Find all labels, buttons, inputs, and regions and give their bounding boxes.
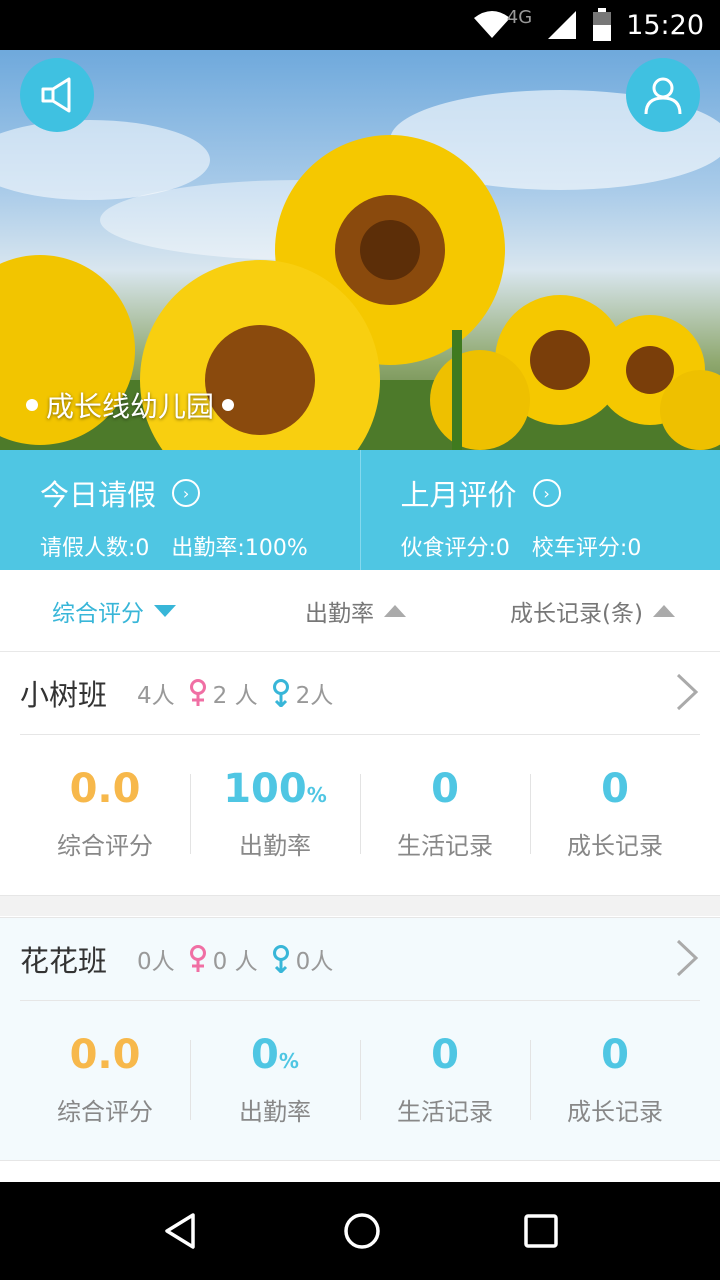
attendance-value: 0	[251, 1032, 279, 1078]
overall-score-label: 综合评分	[57, 1098, 153, 1126]
clock: 15:20	[626, 9, 704, 41]
stat-growth-records: 0 成长记录	[530, 764, 700, 864]
signal-icon	[548, 11, 577, 39]
stat-attendance: 0% 出勤率	[190, 1030, 360, 1130]
overall-score-value: 0.0	[69, 1032, 141, 1078]
announcement-button[interactable]	[20, 58, 94, 132]
back-icon[interactable]	[161, 1211, 201, 1251]
hero-banner[interactable]: 成长线幼儿园	[0, 50, 720, 450]
sort-attendance-label: 出勤率	[305, 600, 374, 627]
divider	[20, 1000, 700, 1001]
overall-score-value: 0.0	[69, 766, 141, 812]
status-bar: 4G 15:20	[0, 0, 720, 50]
growth-records-label: 成长记录	[567, 832, 663, 860]
today-leave-title: 今日请假	[40, 478, 157, 512]
growth-records-value: 0	[601, 766, 629, 812]
overall-score-label: 综合评分	[57, 832, 153, 860]
life-records-value: 0	[431, 766, 459, 812]
sort-desc-icon	[154, 604, 176, 617]
class-name: 小树班	[20, 678, 108, 712]
stat-attendance: 100% 出勤率	[190, 764, 360, 864]
class-name: 花花班	[20, 944, 108, 978]
chevron-right-icon[interactable]	[672, 672, 702, 712]
attendance-unit: %	[306, 783, 327, 807]
male-icon	[272, 945, 289, 973]
sort-overall[interactable]: 综合评分	[52, 594, 176, 628]
sort-bar: 综合评分 出勤率 成长记录(条)	[0, 570, 720, 652]
user-icon	[644, 77, 682, 115]
attendance-unit: %	[278, 1049, 299, 1073]
class-stats: 0.0 综合评分 0% 出勤率 0 生活记录 0 成长记录	[20, 1030, 700, 1130]
sort-attendance[interactable]: 出勤率	[305, 594, 406, 628]
stat-growth-records: 0 成长记录	[530, 1030, 700, 1130]
profile-button[interactable]	[626, 58, 700, 132]
stat-life-records: 0 生活记录	[360, 764, 530, 864]
stat-life-records: 0 生活记录	[360, 1030, 530, 1130]
sort-asc-icon	[652, 604, 675, 617]
class-stats: 0.0 综合评分 100% 出勤率 0 生活记录 0 成长记录	[20, 764, 700, 864]
network-type: 4G	[506, 6, 533, 28]
male-icon	[272, 679, 289, 707]
stat-overall: 0.0 综合评分	[20, 764, 190, 864]
bullet-dot	[26, 399, 38, 411]
home-icon[interactable]	[342, 1211, 382, 1251]
attendance-label: 出勤率	[239, 1098, 311, 1126]
sort-growth-records[interactable]: 成长记录(条)	[510, 594, 675, 628]
evaluation-title: 上月评价	[400, 478, 517, 512]
female-count: 2 人	[212, 683, 258, 709]
growth-records-label: 成长记录	[567, 1098, 663, 1126]
stat-overall: 0.0 综合评分	[20, 1030, 190, 1130]
attendance-label: 出勤率	[239, 832, 311, 860]
class-card[interactable]: 花花班 0人 0 人 0人 0.0 综合评分 0% 出勤率 0 生活记录 0 成…	[0, 917, 720, 1161]
battery-icon	[593, 8, 612, 41]
school-name: 成长线幼儿园	[26, 385, 235, 425]
card-gap	[0, 896, 720, 916]
sort-overall-label: 综合评分	[52, 600, 144, 627]
food-score: 伙食评分:0	[400, 536, 510, 561]
leave-count: 请假人数:0	[40, 536, 150, 561]
life-records-label: 生活记录	[397, 1098, 493, 1126]
class-card[interactable]: 小树班 4人 2 人 2人 0.0 综合评分 100% 出勤率 0 生活记录 0…	[0, 652, 720, 896]
chevron-right-icon[interactable]	[672, 938, 702, 978]
bullet-dot	[222, 399, 235, 411]
recents-icon[interactable]	[523, 1213, 559, 1249]
system-nav-bar	[0, 1182, 720, 1280]
female-icon	[189, 679, 206, 706]
wifi-icon	[473, 11, 510, 38]
class-total: 0人	[137, 949, 175, 975]
attendance-rate: 出勤率:100%	[171, 536, 308, 561]
divider	[20, 734, 700, 735]
app-screen: 4G 15:20 成长线幼儿园 今日请假 › 请假人数:0 出勤率:100% 上…	[0, 0, 720, 1280]
chevron-right-circle-icon: ›	[172, 479, 201, 507]
male-count: 2人	[295, 683, 334, 709]
megaphone-icon	[41, 77, 71, 113]
school-name-text: 成长线幼儿园	[46, 390, 215, 423]
life-records-label: 生活记录	[397, 832, 493, 860]
life-records-value: 0	[431, 1032, 459, 1078]
summary-band: 今日请假 › 请假人数:0 出勤率:100% 上月评价 › 伙食评分:0 校车评…	[0, 450, 720, 570]
female-count: 0 人	[212, 949, 258, 975]
growth-records-value: 0	[601, 1032, 629, 1078]
male-count: 0人	[295, 949, 334, 975]
sort-asc-icon	[384, 604, 406, 617]
bus-score: 校车评分:0	[531, 536, 642, 561]
attendance-value: 100	[223, 766, 307, 812]
last-month-evaluation-panel[interactable]: 上月评价 › 伙食评分:0 校车评分:0	[359, 450, 720, 570]
female-icon	[189, 945, 206, 972]
today-leave-panel[interactable]: 今日请假 › 请假人数:0 出勤率:100%	[0, 450, 360, 570]
sort-growth-label: 成长记录(条)	[510, 600, 643, 627]
class-total: 4人	[137, 683, 175, 709]
chevron-right-circle-icon: ›	[532, 479, 561, 507]
